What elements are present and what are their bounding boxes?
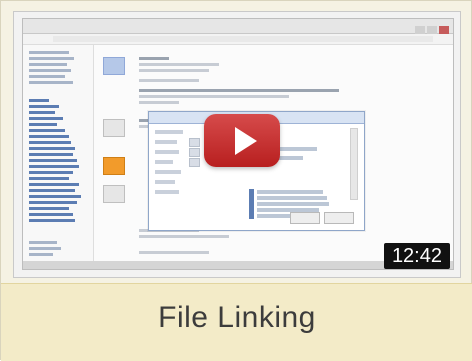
document-icons [95,45,129,269]
window-controls [413,21,449,34]
address-path [53,36,433,42]
dialog-label [155,160,173,164]
address-bar [23,34,453,45]
video-thumbnail[interactable]: 12:42 [13,11,461,278]
document-icon [103,57,125,75]
text-line [139,69,209,72]
sidebar-item [29,117,63,120]
text-line [139,101,179,104]
sidebar-item [29,123,57,126]
sidebar-item [29,75,65,78]
sidebar-item [29,159,77,162]
sidebar-item [29,135,69,138]
dialog-label [155,180,175,184]
sidebar-item [29,241,57,244]
text-line [139,89,339,92]
sidebar-item [29,219,75,222]
video-card[interactable]: 12:42 File Linking [0,0,472,361]
dialog-label [155,170,181,174]
dialog-checkbox [189,148,200,157]
sidebar-item [29,177,69,180]
sidebar-item [29,207,69,210]
sidebar-item [29,141,71,144]
text-line [139,235,229,238]
maximize-icon [427,26,437,34]
sidebar-item [29,253,53,256]
dialog-label [155,130,183,134]
dialog-list-item [249,201,329,207]
sidebar-item [29,57,74,60]
sidebar-item [29,105,59,108]
sidebar-item [29,213,73,216]
dialog-list-item [249,189,323,195]
minimize-icon [415,26,425,34]
text-line [139,57,169,60]
sidebar-item [29,111,55,114]
sidebar-item [29,201,77,204]
sidebar-item [29,147,75,150]
document-icon [103,185,125,203]
video-duration-badge: 12:42 [383,243,450,269]
sidebar-item [29,171,73,174]
sidebar-item [29,183,79,186]
dialog-label [155,150,179,154]
sidebar-item [29,81,73,84]
dialog-label [155,190,179,194]
dialog-cancel-button [324,212,354,224]
video-caption[interactable]: File Linking [1,283,472,361]
sidebar-item [29,189,75,192]
dialog-checkbox [189,158,200,167]
play-button[interactable] [204,114,280,167]
sidebar-item [29,99,49,102]
dialog-checkbox [189,138,200,147]
sidebar-item [29,247,61,250]
text-line [139,79,199,82]
sidebar-item [29,129,65,132]
sidebar-item [29,165,79,168]
window-titlebar [23,19,453,34]
text-line [139,251,209,254]
sidebar-item [29,153,73,156]
document-icon [103,119,125,137]
video-title[interactable]: File Linking [1,301,472,335]
dialog-label [155,140,177,144]
sidebar-item [29,63,67,66]
document-icon [103,157,125,175]
dialog-scrollbar [350,128,358,200]
sidebar-item [29,51,69,54]
text-line [139,63,219,66]
dialog-list-item [249,195,327,201]
dialog-ok-button [290,212,320,224]
sidebar-item [29,195,81,198]
sidebar-item [29,69,71,72]
play-icon [235,127,257,155]
sidebar [23,45,94,269]
close-icon [439,26,449,34]
text-line [139,95,289,98]
